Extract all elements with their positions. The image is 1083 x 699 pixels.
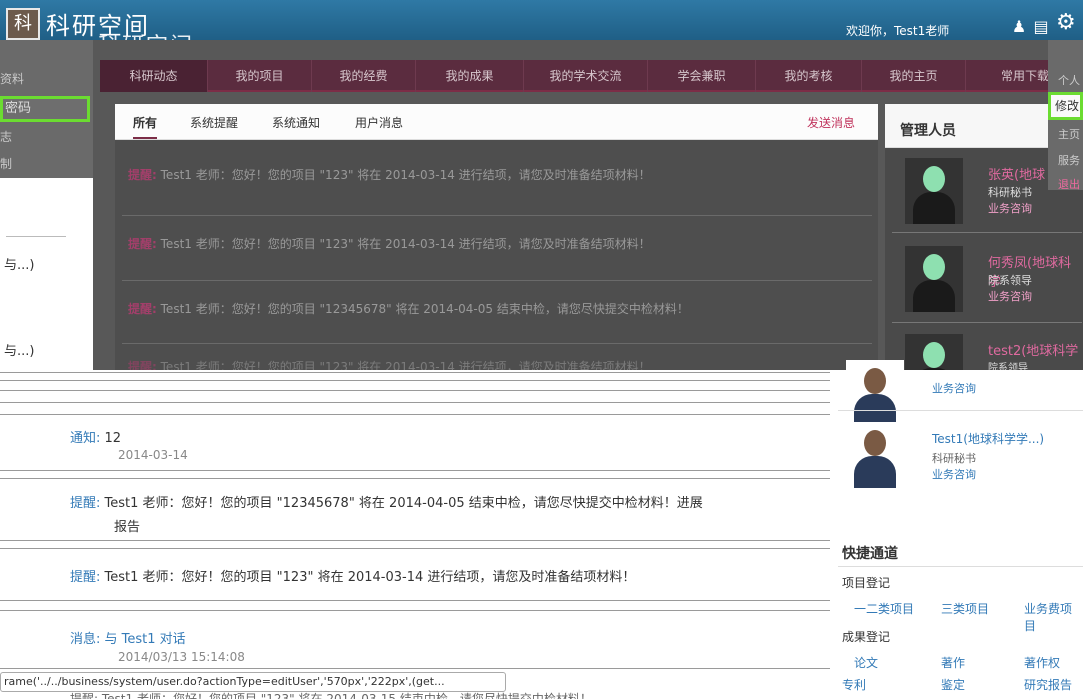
welcome-text: 欢迎你，Test1老师 bbox=[846, 24, 950, 38]
avatar bbox=[846, 360, 904, 426]
admin-name[interactable]: test2(地球科学 bbox=[988, 340, 1078, 359]
browser-status-bar: rame('../../business/system/user.do?acti… bbox=[0, 672, 506, 692]
avatar bbox=[905, 334, 963, 370]
menu-item-logout[interactable]: 退出 bbox=[1058, 176, 1080, 192]
logo: 科 bbox=[6, 8, 40, 40]
divider bbox=[892, 322, 1082, 323]
left-menu-gap bbox=[0, 178, 93, 208]
message-item[interactable]: 提醒: Test1 老师：您好！您的项目 "123" 将在 2014-03-14… bbox=[128, 166, 651, 183]
divider bbox=[0, 372, 830, 373]
consult-link[interactable]: 业务咨询 bbox=[932, 466, 976, 482]
admin-name[interactable]: 张英(地球 bbox=[988, 164, 1045, 183]
result-registration-label: 成果登记 bbox=[842, 630, 891, 644]
tab-system-notices[interactable]: 系统通知 bbox=[272, 114, 320, 131]
message-item[interactable]: 消息: 与 Test1 对话 bbox=[70, 628, 186, 647]
quick-access-title: 快捷通道 bbox=[842, 546, 898, 562]
avatar bbox=[846, 422, 904, 488]
divider bbox=[122, 343, 872, 344]
message-item[interactable]: 提醒: Test1 老师：您好！您的项目 "12345678" 将在 2014-… bbox=[128, 300, 689, 317]
avatar bbox=[905, 158, 963, 224]
divider bbox=[0, 470, 830, 471]
nav-item-funding[interactable]: 我的经费 bbox=[312, 60, 416, 92]
message-item[interactable]: 提醒: Test1 老师：您好！您的项目 "123" 将在 2014-03-14… bbox=[128, 235, 651, 252]
reminder-item[interactable]: 提醒: Test1 老师：您好！您的项目 "123" 将在 2014-03-14… bbox=[70, 566, 635, 585]
divider bbox=[0, 478, 830, 479]
admin-title: 管理人员 bbox=[900, 123, 956, 139]
gear-icon[interactable]: ⚙ bbox=[1056, 12, 1076, 34]
divider bbox=[838, 410, 1083, 411]
divider bbox=[0, 540, 830, 541]
nav-item-dynamics[interactable]: 科研动态 bbox=[100, 60, 208, 92]
admin-name[interactable]: Test1(地球科学学...) bbox=[932, 430, 1044, 447]
divider bbox=[0, 668, 830, 669]
link-patents[interactable]: 专利 bbox=[842, 676, 866, 693]
admin-role: 科研秘书 bbox=[988, 186, 1032, 199]
divider bbox=[6, 236, 66, 237]
send-message-link[interactable]: 发送消息 bbox=[807, 114, 855, 131]
link-category-1-2-projects[interactable]: 一二类项目 bbox=[854, 600, 914, 617]
left-item-participation-1[interactable]: 与...) bbox=[4, 254, 34, 273]
divider bbox=[0, 390, 830, 391]
divider bbox=[122, 280, 872, 281]
nav-item-projects[interactable]: 我的项目 bbox=[208, 60, 312, 92]
tab-user-messages[interactable]: 用户消息 bbox=[355, 114, 403, 131]
notice-item[interactable]: 通知: 12 bbox=[70, 427, 121, 446]
nav-item-assessment[interactable]: 我的考核 bbox=[756, 60, 862, 92]
reminder-item-cont: 报告 bbox=[114, 520, 141, 535]
left-menu-item-log[interactable]: 志 bbox=[0, 128, 93, 145]
menu-item-edit[interactable]: 修改 bbox=[1048, 92, 1083, 120]
tab-system-reminders[interactable]: 系统提醒 bbox=[190, 114, 238, 131]
consult-link[interactable]: 业务咨询 bbox=[988, 200, 1032, 216]
divider bbox=[0, 402, 830, 403]
nav-item-society[interactable]: 学会兼职 bbox=[648, 60, 756, 92]
menu-item-homepage[interactable]: 主页 bbox=[1058, 126, 1080, 142]
left-item-participation-2[interactable]: 与...) bbox=[4, 340, 34, 359]
left-menu-item-password[interactable]: 密码 bbox=[0, 96, 90, 122]
notice-date: 2014-03-14 bbox=[118, 448, 188, 462]
project-registration-label: 项目登记 bbox=[842, 576, 891, 590]
main-nav: 科研动态 我的项目 我的经费 我的成果 我的学术交流 学会兼职 我的考核 我的主… bbox=[100, 60, 1083, 92]
link-category-3-projects[interactable]: 三类项目 bbox=[941, 600, 989, 617]
admin-role: 院系领导 bbox=[988, 274, 1032, 287]
left-menu-item-profile[interactable]: 资料 bbox=[0, 70, 93, 87]
nav-item-homepage[interactable]: 我的主页 bbox=[862, 60, 966, 92]
menu-item-profile[interactable]: 个人 bbox=[1058, 72, 1080, 88]
divider bbox=[0, 380, 830, 381]
link-business-projects[interactable]: 业务费项目 bbox=[1024, 600, 1083, 634]
consult-link[interactable]: 业务咨询 bbox=[988, 288, 1032, 304]
admin-role: 科研秘书 bbox=[932, 452, 976, 465]
reminder-item[interactable]: 提醒: Test1 老师：您好！您的项目 "12345678" 将在 2014-… bbox=[70, 492, 703, 511]
divider bbox=[0, 548, 830, 549]
message-date: 2014/03/13 15:14:08 bbox=[118, 650, 245, 664]
message-tabs: 所有 系统提醒 系统通知 用户消息 发送消息 bbox=[115, 104, 878, 140]
divider bbox=[0, 600, 830, 601]
nav-item-exchange[interactable]: 我的学术交流 bbox=[524, 60, 648, 92]
book-icon[interactable]: ▤ bbox=[1032, 18, 1050, 36]
link-papers[interactable]: 论文 bbox=[854, 654, 878, 671]
tab-all[interactable]: 所有 bbox=[133, 114, 158, 139]
divider bbox=[122, 215, 872, 216]
avatar bbox=[905, 246, 963, 312]
link-books[interactable]: 著作 bbox=[941, 654, 965, 671]
left-menu-item-control[interactable]: 制 bbox=[0, 155, 93, 172]
users-icon[interactable]: ♟ bbox=[1010, 18, 1028, 36]
divider bbox=[892, 232, 1082, 233]
nav-item-results[interactable]: 我的成果 bbox=[416, 60, 524, 92]
link-copyright[interactable]: 著作权 bbox=[1024, 654, 1060, 671]
link-appraisal[interactable]: 鉴定 bbox=[941, 676, 965, 693]
divider bbox=[0, 610, 830, 611]
divider bbox=[0, 414, 830, 415]
consult-link[interactable]: 业务咨询 bbox=[932, 380, 976, 396]
menu-item-service[interactable]: 服务 bbox=[1058, 152, 1080, 168]
divider bbox=[838, 566, 1083, 567]
link-research-reports[interactable]: 研究报告 bbox=[1024, 676, 1072, 693]
